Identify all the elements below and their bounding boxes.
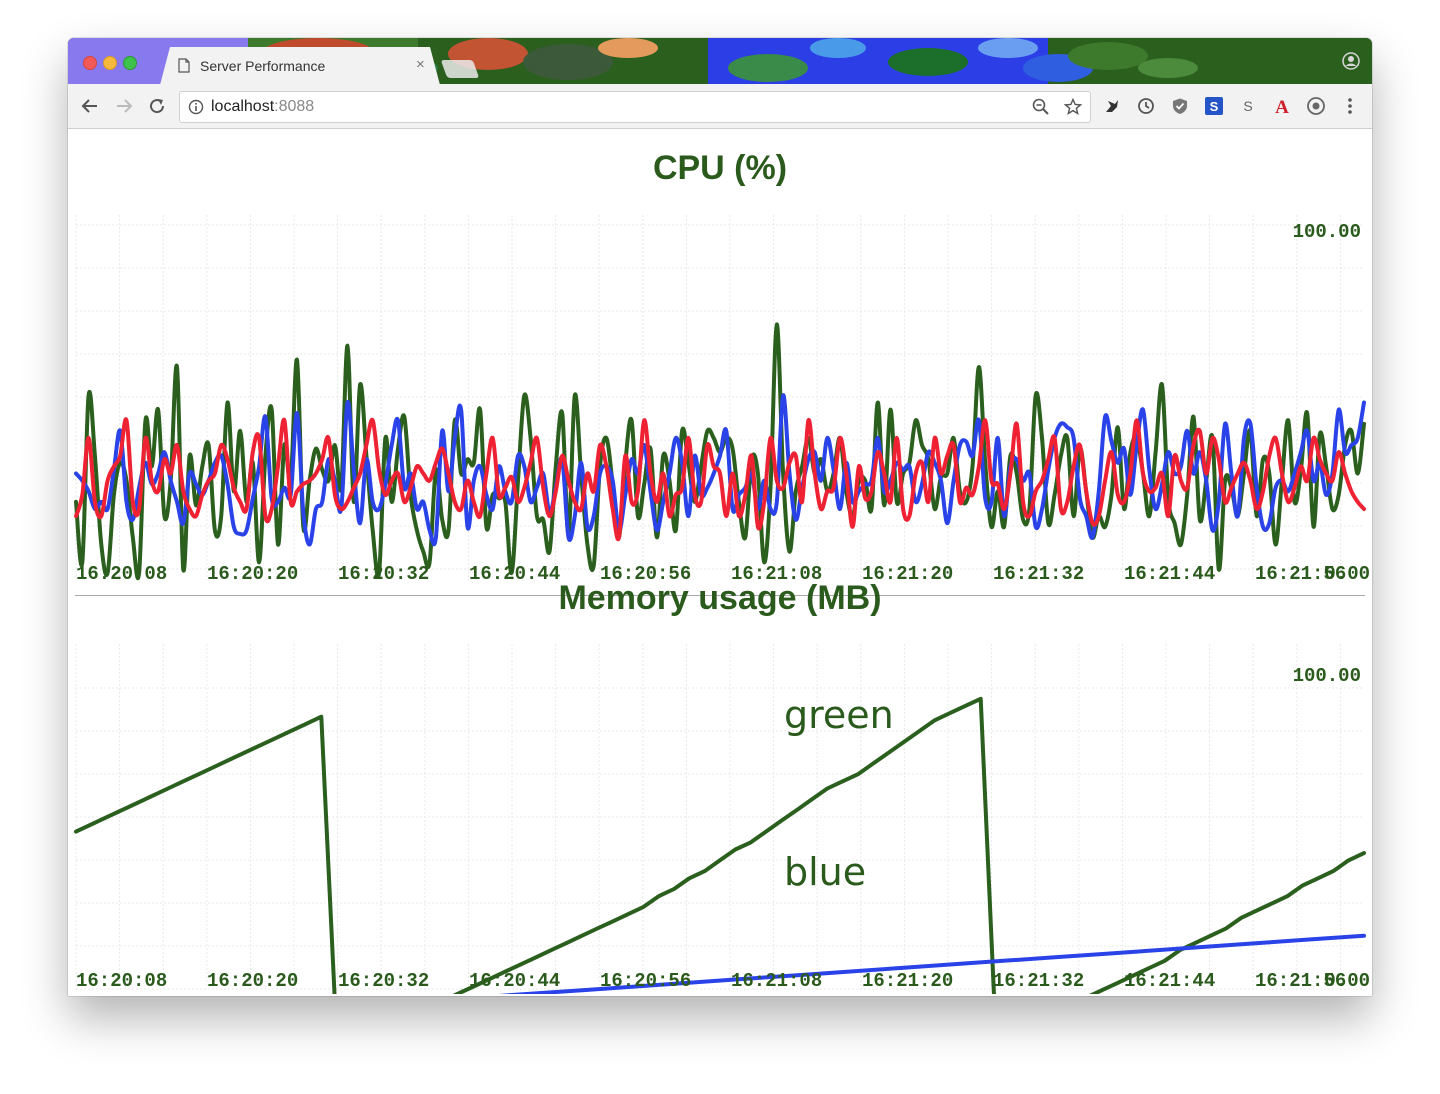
y-min-label: 0.00 [1324, 970, 1370, 992]
zoom-icon[interactable] [1032, 98, 1050, 116]
y-max-label: 100.00 [1293, 665, 1361, 687]
s-gray-extension-icon[interactable]: S [1238, 96, 1258, 116]
menu-icon[interactable] [1340, 96, 1360, 116]
svg-text:S: S [1243, 98, 1252, 114]
circle-extension-icon[interactable] [1306, 96, 1326, 116]
x-tick-label: 16:21:32 [993, 970, 1084, 992]
x-tick-label: 16:20:32 [338, 970, 429, 992]
memory-chart-title: Memory usage (MB) [558, 579, 882, 617]
new-tab-button[interactable] [440, 60, 480, 78]
tab-close-icon[interactable]: × [416, 56, 425, 73]
s-blue-extension-icon[interactable]: S [1204, 96, 1224, 116]
info-icon[interactable] [188, 99, 204, 115]
title-bar: Server Performance × [68, 38, 1372, 84]
url-host: localhost [211, 98, 275, 115]
blue-series-label: blue [784, 850, 866, 894]
grid-lines [75, 215, 1364, 580]
browser-tab[interactable]: Server Performance × [160, 47, 440, 84]
window-maximize-button[interactable] [123, 56, 137, 70]
refresh-extension-icon[interactable] [1136, 96, 1156, 116]
reload-icon[interactable] [146, 95, 168, 117]
url-text: localhost:8088 [211, 98, 314, 116]
y-max-label: 100.00 [1293, 221, 1361, 243]
x-tick-label: 16:21:44 [1124, 970, 1215, 992]
acrobat-extension-icon[interactable]: A [1272, 96, 1292, 116]
cpu-chart-title: CPU (%) [652, 149, 788, 187]
back-icon[interactable] [79, 95, 101, 117]
browser-toolbar: localhost:8088 S S A [68, 84, 1372, 129]
bookmark-star-icon[interactable] [1064, 98, 1082, 116]
grid-lines [75, 644, 1364, 990]
address-bar[interactable]: localhost:8088 [179, 91, 1091, 123]
cpu-chart: 16:20:08 16:20:20 16:20:32 16:20:44 16:20:56… [74, 215, 1370, 585]
page-icon [178, 58, 190, 73]
tab-title: Server Performance [200, 58, 326, 74]
page-content: CPU (%) 16:20:08 16:20:20 16:20:32 16:20:44… [68, 129, 1372, 996]
window-minimize-button[interactable] [103, 56, 117, 70]
url-port: :8088 [274, 98, 315, 115]
shield-extension-icon[interactable] [1170, 96, 1190, 116]
x-tick-label: 16:21:20 [862, 970, 953, 992]
x-tick-label: 16:21:08 [731, 970, 822, 992]
forward-icon[interactable] [113, 95, 135, 117]
bird-extension-icon[interactable] [1102, 96, 1122, 116]
green-series-label: green [784, 693, 894, 737]
memory-chart: 16:20:08 16:20:20 16:20:32 16:20:44 16:20:56… [74, 644, 1370, 994]
x-tick-label: 16:20:08 [76, 970, 167, 992]
svg-text:S: S [1210, 99, 1219, 114]
x-tick-label: 16:20:44 [469, 970, 560, 992]
x-tick-label: 16:20:20 [207, 970, 298, 992]
window-close-button[interactable] [83, 56, 97, 70]
x-tick-label: 16:20:56 [600, 970, 691, 992]
svg-text:A: A [1275, 97, 1289, 116]
browser-window: Server Performance × localhost:8088 S S … [68, 38, 1372, 996]
profile-icon[interactable] [1342, 52, 1360, 70]
